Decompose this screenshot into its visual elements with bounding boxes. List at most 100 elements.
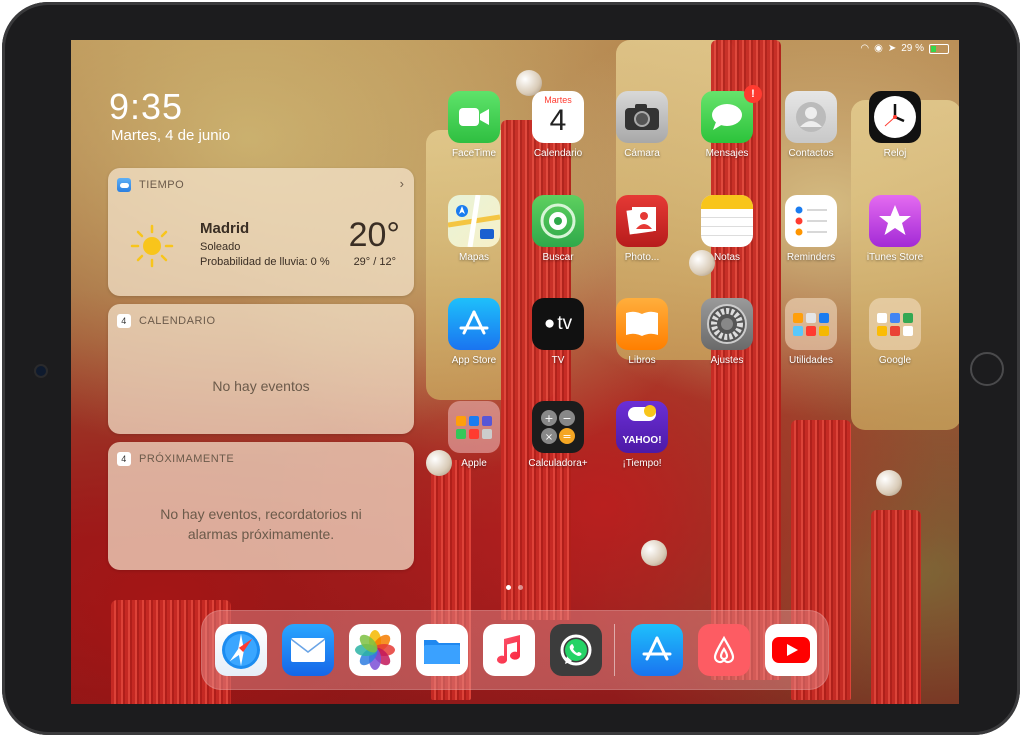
app-photo-booth[interactable]: Photo... (602, 195, 682, 263)
svg-text:×: × (545, 432, 553, 443)
app-camera[interactable]: Cámara (602, 91, 682, 159)
app-facetime[interactable]: FaceTime (434, 91, 514, 159)
contacts-icon[interactable] (785, 91, 837, 143)
app-itunes-store[interactable]: iTunes Store (855, 195, 935, 263)
folder-mini-app-icon (456, 428, 466, 439)
weather-widget-header: TIEMPO (117, 178, 184, 192)
app-label: TV (551, 355, 565, 366)
app-calculator[interactable]: + − × = Calculadora+ (518, 401, 598, 469)
facetime-icon[interactable] (448, 91, 500, 143)
files-icon[interactable] (416, 624, 468, 676)
folder-mini-app-icon (806, 325, 816, 336)
upcoming-message-line1: No hay eventos, recordatorios ni (160, 506, 362, 522)
folder-mini-app-icon (469, 428, 479, 439)
folder-mini-app-icon (806, 312, 816, 323)
tv-icon-text: tv (557, 313, 573, 334)
page-dot-active[interactable] (506, 585, 511, 590)
folder-mini-app-icon (793, 325, 803, 336)
clock-date: Martes, 4 de junio (111, 127, 231, 144)
location-icon: ➤ (887, 43, 897, 54)
calendar-icon-day: 4 (121, 454, 127, 464)
wallpaper-bead (876, 470, 902, 496)
calendar-empty-message: No hay eventos (212, 378, 310, 394)
app-label: Buscar (542, 252, 574, 263)
weather-temperature: 20° (348, 216, 400, 254)
upcoming-empty-message: No hay eventos, recordatorios ni alarmas… (108, 504, 414, 544)
svg-text:−: − (562, 412, 571, 425)
weather-rain-chance: Probabilidad de lluvia: 0 % (200, 256, 330, 268)
app-label: Calculadora+ (528, 458, 588, 469)
app-utilities-folder[interactable]: Utilidades (771, 298, 851, 366)
folder-mini-app-icon (877, 312, 887, 323)
app-reminders[interactable]: Reminders (771, 195, 851, 263)
app-google-folder[interactable]: Google (855, 298, 935, 366)
calendar-icon[interactable]: Martes 4 (532, 91, 584, 143)
music-icon[interactable] (483, 624, 535, 676)
dock-separator (614, 624, 615, 676)
itunes-store-icon[interactable] (869, 195, 921, 247)
google-folder-icon[interactable] (869, 298, 921, 350)
find-my-icon[interactable] (532, 195, 584, 247)
app-label: Photo... (624, 252, 660, 263)
yahoo-weather-icon[interactable]: YAHOO! (616, 401, 668, 453)
app-label: Google (878, 355, 912, 366)
app-store-icon[interactable] (448, 298, 500, 350)
reminders-icon[interactable] (785, 195, 837, 247)
app-store-icon[interactable] (631, 624, 683, 676)
calendar-widget-header: 4 CALENDARIO (117, 314, 216, 328)
app-label: Ajustes (710, 355, 744, 366)
app-label: Mapas (458, 252, 489, 263)
maps-icon[interactable] (448, 195, 500, 247)
app-calendar[interactable]: Martes 4 Calendario (518, 91, 598, 159)
weather-widget[interactable]: TIEMPO › Madrid Soleado Probabilidad de … (108, 168, 414, 296)
clock-icon[interactable] (869, 91, 921, 143)
app-label: Contactos (788, 148, 834, 159)
calendar-icon-day: 4 (549, 104, 567, 137)
app-label: iTunes Store (866, 252, 924, 263)
mail-icon[interactable] (282, 624, 334, 676)
app-contacts[interactable]: Contactos (771, 91, 851, 159)
app-maps[interactable]: Mapas (434, 195, 514, 263)
calendar-widget-title: CALENDARIO (139, 315, 216, 327)
notes-icon[interactable] (701, 195, 753, 247)
upcoming-widget[interactable]: 4 PRÓXIMAMENTE No hay eventos, recordato… (108, 442, 414, 570)
app-label: Libros (628, 355, 656, 366)
folder-mini-app-icon (793, 312, 803, 323)
app-messages[interactable]: ! Mensajes (687, 85, 767, 159)
weather-city: Madrid (200, 220, 250, 237)
calendar-widget[interactable]: 4 CALENDARIO No hay eventos (108, 304, 414, 434)
page-indicator[interactable] (506, 585, 523, 590)
folder-mini-app-icon (482, 415, 492, 426)
app-find-my[interactable]: Buscar (518, 195, 598, 263)
app-notes[interactable]: Notas (687, 195, 767, 263)
app-books[interactable]: Libros (602, 298, 682, 366)
home-screen: ◠ ◉ ➤ 29 % 9:35 Martes, 4 de junio TIEMP… (71, 40, 959, 704)
sun-icon (644, 405, 656, 417)
photo-booth-icon[interactable] (616, 195, 668, 247)
youtube-icon[interactable] (765, 624, 817, 676)
utilities-folder-icon[interactable] (785, 298, 837, 350)
calendar-app-icon: 4 (117, 314, 131, 328)
app-yahoo-weather[interactable]: YAHOO! ¡Tiempo! (602, 401, 682, 469)
apple-tv-icon[interactable]: ● tv (532, 298, 584, 350)
apple-folder-icon[interactable] (448, 401, 500, 453)
calculator-icon[interactable]: + − × = (532, 401, 584, 453)
chevron-right-icon[interactable]: › (400, 176, 404, 191)
settings-icon[interactable] (701, 298, 753, 350)
photos-icon[interactable] (349, 624, 401, 676)
app-settings[interactable]: Ajustes (687, 298, 767, 366)
home-button[interactable] (970, 352, 1004, 386)
app-apple-tv[interactable]: ● tv TV (518, 298, 598, 366)
safari-icon[interactable] (215, 624, 267, 676)
whatsapp-icon[interactable] (550, 624, 602, 676)
app-clock[interactable]: Reloj (855, 91, 935, 159)
page-dot[interactable] (518, 585, 523, 590)
app-app-store[interactable]: App Store (434, 298, 514, 366)
app-label: Utilidades (789, 355, 833, 366)
books-icon[interactable] (616, 298, 668, 350)
weather-range: 29° / 12° (353, 256, 396, 268)
camera-icon[interactable] (616, 91, 668, 143)
app-apple-folder[interactable]: Apple (434, 401, 514, 469)
airbnb-icon[interactable] (698, 624, 750, 676)
app-label: Calendario (533, 148, 583, 159)
